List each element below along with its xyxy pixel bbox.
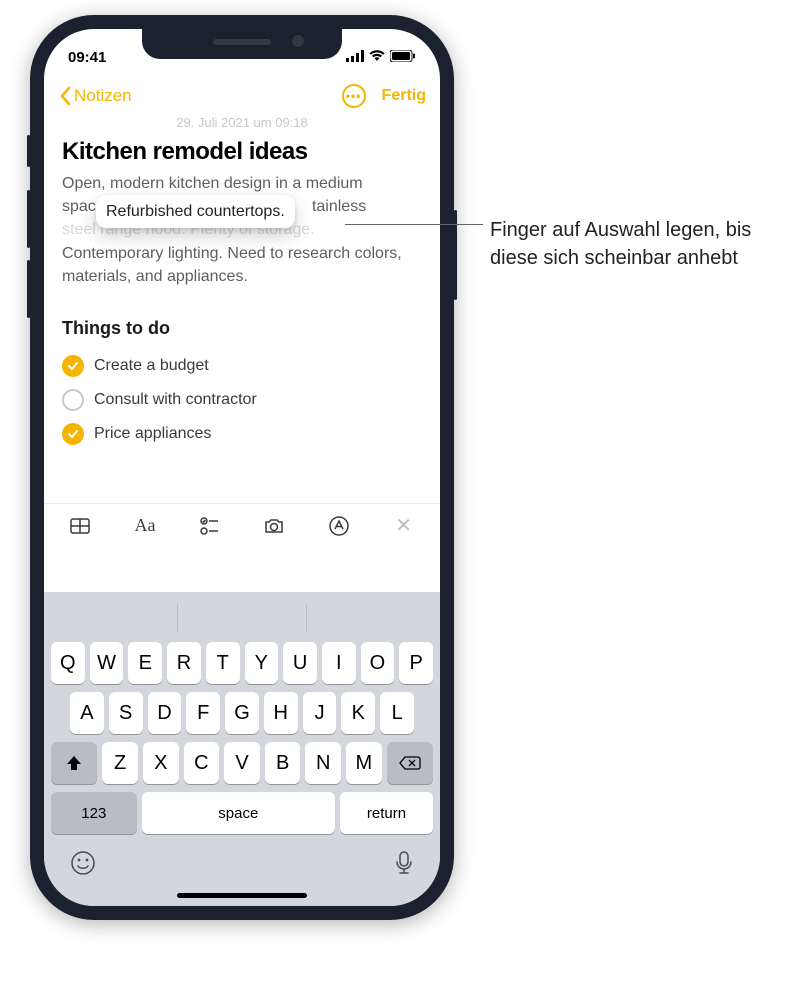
key-m[interactable]: M bbox=[346, 742, 382, 784]
key-d[interactable]: D bbox=[148, 692, 182, 734]
home-indicator[interactable] bbox=[177, 893, 307, 898]
key-w[interactable]: W bbox=[90, 642, 124, 684]
callout-text: Finger auf Auswahl legen, bis diese sich… bbox=[490, 216, 770, 272]
status-time: 09:41 bbox=[68, 49, 106, 66]
key-numeric[interactable]: 123 bbox=[51, 792, 137, 834]
note-date: 29. Juli 2021 um 09:18 bbox=[44, 115, 440, 130]
todo-label: Consult with contractor bbox=[94, 391, 257, 409]
emoji-button[interactable] bbox=[70, 850, 96, 881]
done-button[interactable]: Fertig bbox=[382, 87, 426, 105]
key-i[interactable]: I bbox=[322, 642, 356, 684]
checklist-icon bbox=[198, 514, 222, 538]
table-button[interactable] bbox=[62, 512, 98, 540]
key-h[interactable]: H bbox=[264, 692, 298, 734]
wifi-icon bbox=[369, 49, 385, 66]
mic-icon bbox=[394, 850, 414, 876]
back-button[interactable]: Notizen bbox=[58, 86, 132, 106]
key-row-1: Q W E R T Y U I O P bbox=[48, 638, 436, 688]
camera-icon bbox=[262, 514, 286, 538]
close-icon: ✕ bbox=[395, 513, 412, 538]
backspace-icon bbox=[399, 755, 421, 771]
key-z[interactable]: Z bbox=[102, 742, 138, 784]
key-a[interactable]: A bbox=[70, 692, 104, 734]
dictation-button[interactable] bbox=[394, 850, 414, 881]
keyboard-bottom-row bbox=[48, 838, 436, 887]
table-icon bbox=[68, 514, 92, 538]
key-row-3: Z X C V B N M bbox=[48, 738, 436, 788]
format-toolbar: Aa ✕ bbox=[44, 503, 440, 548]
keyboard: Q W E R T Y U I O P A S D F G H bbox=[44, 592, 440, 906]
todo-label: Create a budget bbox=[94, 357, 209, 375]
checklist-button[interactable] bbox=[192, 512, 228, 540]
key-space[interactable]: space bbox=[142, 792, 335, 834]
note-content[interactable]: Kitchen remodel ideas Open, modern kitch… bbox=[44, 130, 440, 451]
markup-button[interactable] bbox=[321, 512, 357, 540]
key-o[interactable]: O bbox=[361, 642, 395, 684]
close-toolbar-button[interactable]: ✕ bbox=[386, 512, 422, 540]
note-title[interactable]: Kitchen remodel ideas bbox=[62, 138, 422, 166]
key-r[interactable]: R bbox=[167, 642, 201, 684]
emoji-icon bbox=[70, 850, 96, 876]
key-v[interactable]: V bbox=[224, 742, 260, 784]
notch bbox=[142, 29, 342, 59]
key-p[interactable]: P bbox=[399, 642, 433, 684]
todo-item[interactable]: Create a budget bbox=[62, 349, 422, 383]
suggestion-cell[interactable] bbox=[178, 598, 307, 638]
suggestion-bar bbox=[48, 598, 436, 638]
key-b[interactable]: B bbox=[265, 742, 301, 784]
todo-list: Create a budget Consult with contractor … bbox=[62, 349, 422, 451]
todo-item[interactable]: Price appliances bbox=[62, 417, 422, 451]
key-f[interactable]: F bbox=[186, 692, 220, 734]
phone-frame: 09:41 Notizen bbox=[30, 15, 454, 920]
callout-leader-line bbox=[345, 224, 483, 225]
floating-selection-text: Refurbished countertops. bbox=[106, 203, 285, 220]
checkbox-empty-icon[interactable] bbox=[62, 389, 84, 411]
key-y[interactable]: Y bbox=[245, 642, 279, 684]
note-body-line1: Open, modern kitchen design in a medium bbox=[62, 175, 363, 192]
key-q[interactable]: Q bbox=[51, 642, 85, 684]
key-k[interactable]: K bbox=[341, 692, 375, 734]
note-body[interactable]: Open, modern kitchen design in a medium … bbox=[62, 172, 422, 288]
checkbox-checked-icon[interactable] bbox=[62, 423, 84, 445]
key-n[interactable]: N bbox=[305, 742, 341, 784]
more-button[interactable]: ••• bbox=[342, 84, 366, 108]
floating-selection[interactable]: Refurbished countertops. bbox=[96, 195, 295, 228]
key-shift[interactable] bbox=[51, 742, 97, 784]
key-backspace[interactable] bbox=[387, 742, 433, 784]
markup-icon bbox=[327, 514, 351, 538]
todo-label: Price appliances bbox=[94, 425, 211, 443]
nav-bar: Notizen ••• Fertig bbox=[44, 73, 440, 115]
text-format-button[interactable]: Aa bbox=[127, 512, 163, 540]
key-row-4: 123 space return bbox=[48, 788, 436, 838]
key-l[interactable]: L bbox=[380, 692, 414, 734]
suggestion-cell[interactable] bbox=[307, 598, 436, 638]
key-g[interactable]: G bbox=[225, 692, 259, 734]
key-s[interactable]: S bbox=[109, 692, 143, 734]
cellular-icon bbox=[346, 49, 364, 66]
key-u[interactable]: U bbox=[283, 642, 317, 684]
key-t[interactable]: T bbox=[206, 642, 240, 684]
suggestion-cell[interactable] bbox=[48, 598, 177, 638]
key-j[interactable]: J bbox=[303, 692, 337, 734]
key-e[interactable]: E bbox=[128, 642, 162, 684]
note-body-line2-post: tainless bbox=[312, 198, 366, 215]
note-body-rest: Contemporary lighting. Need to research … bbox=[62, 245, 402, 285]
subheading[interactable]: Things to do bbox=[62, 318, 422, 339]
key-c[interactable]: C bbox=[184, 742, 220, 784]
todo-item[interactable]: Consult with contractor bbox=[62, 383, 422, 417]
text-format-icon: Aa bbox=[134, 515, 155, 536]
back-label: Notizen bbox=[74, 86, 132, 106]
key-x[interactable]: X bbox=[143, 742, 179, 784]
checkbox-checked-icon[interactable] bbox=[62, 355, 84, 377]
screen: 09:41 Notizen bbox=[44, 29, 440, 906]
battery-icon bbox=[390, 49, 416, 66]
shift-icon bbox=[65, 754, 83, 772]
camera-button[interactable] bbox=[256, 512, 292, 540]
key-row-2: A S D F G H J K L bbox=[48, 688, 436, 738]
key-return[interactable]: return bbox=[340, 792, 433, 834]
chevron-left-icon bbox=[58, 86, 72, 106]
ellipsis-icon: ••• bbox=[346, 90, 362, 102]
